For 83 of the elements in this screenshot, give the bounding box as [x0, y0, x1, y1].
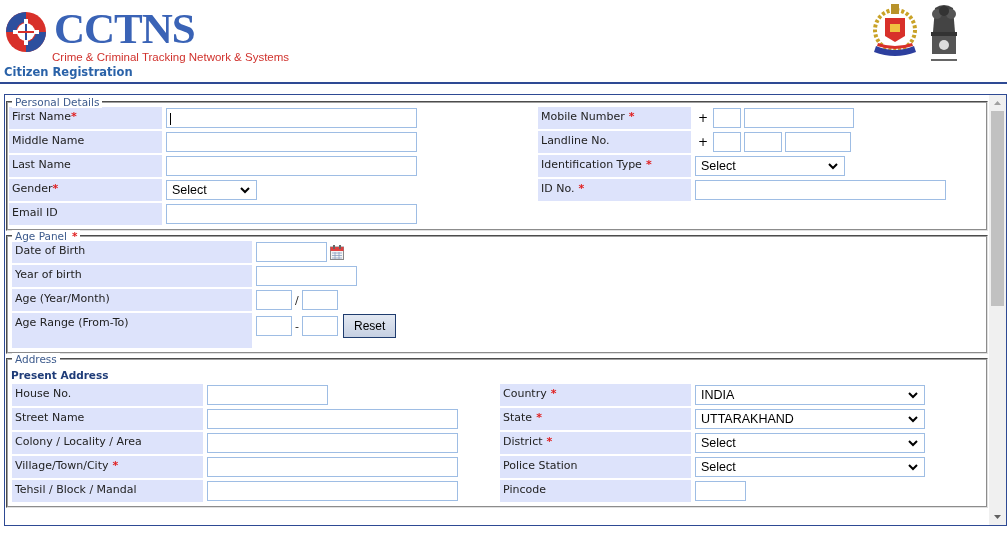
- field-label: Identification Type: [541, 158, 642, 171]
- dropdown[interactable]: Select: [166, 180, 257, 200]
- text-field[interactable]: [785, 132, 852, 152]
- field-label: Age (Year/Month): [15, 292, 110, 305]
- field-label: Age Range (From-To): [15, 316, 129, 329]
- dropdown[interactable]: Select: [695, 156, 845, 176]
- section-legend: Personal Details: [15, 96, 100, 108]
- text-field[interactable]: [207, 409, 458, 429]
- required-mark: *: [72, 230, 78, 242]
- text-field[interactable]: [256, 266, 357, 286]
- text-field[interactable]: [695, 481, 746, 501]
- text-field[interactable]: [207, 433, 458, 453]
- text-field[interactable]: [207, 457, 458, 477]
- text-field[interactable]: [256, 316, 292, 336]
- calendar-icon[interactable]: [330, 244, 344, 260]
- subsection-heading: Present Address: [11, 369, 110, 381]
- field-label: Colony / Locality / Area: [15, 435, 142, 448]
- chevron-down-icon: [828, 162, 838, 170]
- field-label: Village/Town/City: [15, 459, 109, 472]
- required-mark: *: [550, 387, 557, 400]
- reset-button[interactable]: Reset: [343, 314, 397, 338]
- field-label: House No.: [15, 387, 72, 400]
- separator: -: [295, 319, 299, 333]
- required-mark: *: [546, 435, 553, 448]
- plus-sign: +: [698, 135, 709, 149]
- text-field[interactable]: [695, 180, 946, 200]
- text-field[interactable]: [166, 204, 417, 224]
- text-field[interactable]: [301, 290, 338, 310]
- logo-subtitle: Crime & Criminal Tracking Network & Systems: [52, 51, 290, 63]
- field-label: Middle Name: [12, 134, 85, 147]
- logo-icon: [4, 10, 48, 54]
- section-legend: Address: [15, 353, 57, 365]
- required-mark: *: [112, 459, 119, 472]
- field-label: Mobile Number: [541, 110, 625, 123]
- field-label: Email ID: [12, 206, 58, 219]
- required-mark: *: [52, 182, 59, 195]
- text-field[interactable]: [744, 132, 783, 152]
- scrollbar-thumb[interactable]: [991, 111, 1004, 306]
- field-label: Police Station: [503, 459, 578, 472]
- text-field[interactable]: [713, 108, 742, 128]
- text-field[interactable]: [713, 132, 742, 152]
- field-label: Tehsil / Block / Mandal: [15, 483, 137, 496]
- field-label: Date of Birth: [15, 244, 86, 257]
- field-label: Gender: [12, 182, 53, 195]
- text-field[interactable]: [744, 108, 855, 128]
- scrollbar[interactable]: [989, 95, 1006, 525]
- required-mark: *: [628, 110, 635, 123]
- field-label: Country: [503, 387, 547, 400]
- text-field[interactable]: [207, 481, 458, 501]
- dropdown[interactable]: UTTARAKHAND: [695, 409, 925, 429]
- text-field[interactable]: [166, 156, 417, 176]
- text-field[interactable]: [207, 385, 328, 405]
- dropdown[interactable]: INDIA: [695, 385, 925, 405]
- chevron-down-icon: [908, 439, 918, 447]
- required-mark: *: [645, 158, 652, 171]
- page-title: Citizen Registration: [4, 65, 133, 79]
- required-mark: *: [578, 182, 585, 195]
- plus-sign: +: [698, 111, 709, 125]
- section-legend: Age Panel: [15, 230, 67, 242]
- field-label: Street Name: [15, 411, 85, 424]
- separator: /: [295, 293, 299, 307]
- date-field[interactable]: [256, 242, 327, 262]
- field-label: Year of birth: [15, 268, 82, 281]
- chevron-down-icon: [908, 391, 918, 399]
- chevron-down-icon: [240, 186, 250, 194]
- text-field[interactable]: [166, 132, 417, 152]
- field-label: State: [503, 411, 533, 424]
- chevron-down-icon: [908, 415, 918, 423]
- field-label: District: [503, 435, 543, 448]
- required-mark: *: [71, 110, 77, 123]
- dropdown[interactable]: Select: [695, 433, 925, 453]
- text-field[interactable]: [302, 316, 338, 336]
- dropdown[interactable]: Select: [695, 457, 925, 477]
- logo-text: CCTNS: [54, 10, 196, 48]
- field-label: ID No.: [541, 182, 575, 195]
- required-mark: *: [536, 411, 542, 424]
- chevron-down-icon: [908, 463, 918, 471]
- text-field[interactable]: [256, 290, 292, 310]
- field-label: Landline No.: [541, 134, 610, 147]
- field-label: Last Name: [12, 158, 71, 171]
- text-field[interactable]: [166, 108, 417, 128]
- field-label: Pincode: [503, 483, 546, 496]
- field-label: First Name: [12, 110, 72, 123]
